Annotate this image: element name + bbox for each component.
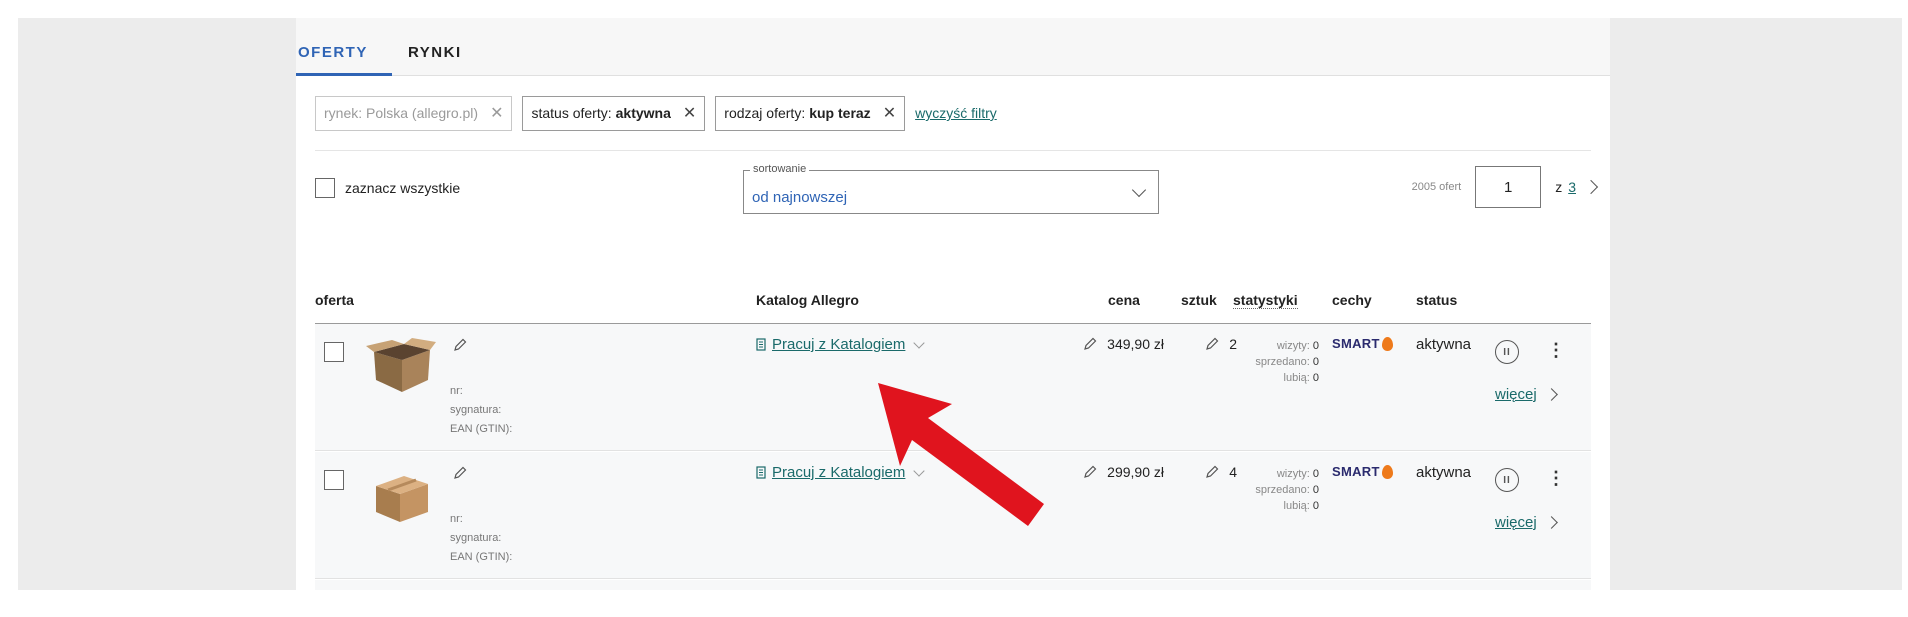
smart-badge: SMART xyxy=(1332,464,1393,479)
chevron-down-icon xyxy=(913,336,926,349)
stats-visits-label: wizyty: xyxy=(1276,468,1310,480)
catalog-link-label: Pracuj z Katalogiem xyxy=(772,336,906,353)
tabs-bar: OFERTY RYNKI xyxy=(296,18,1610,76)
kebab-menu-icon[interactable]: ⋮ xyxy=(1547,468,1565,489)
tab-rynki[interactable]: RYNKI xyxy=(408,44,462,61)
col-price[interactable]: cena xyxy=(1108,292,1140,308)
stats-visits: 0 xyxy=(1312,340,1319,352)
stats-sold: 0 xyxy=(1312,484,1319,496)
table-header: oferta Katalog Allegro cena sztuk statys… xyxy=(315,288,1591,324)
stats-sold-label: sprzedano: xyxy=(1255,484,1310,496)
filter-chip-label: rynek: Polska (allegro.pl) xyxy=(324,105,479,121)
offer-ean-label: EAN (GTIN): xyxy=(450,423,513,435)
more-link-label: więcej xyxy=(1495,386,1537,403)
chevron-right-icon xyxy=(1544,516,1558,529)
sort-legend: sortowanie xyxy=(750,163,810,175)
col-offer: oferta xyxy=(315,292,354,308)
offer-signature-label: sygnatura: xyxy=(450,404,502,416)
pagination: 2005 ofert 1 z 3 xyxy=(1411,166,1599,208)
page-of-label: z xyxy=(1555,179,1563,195)
more-link-label: więcej xyxy=(1495,514,1537,531)
more-link[interactable]: więcej xyxy=(1495,514,1558,531)
stats-visits-label: wizyty: xyxy=(1276,340,1310,352)
chevron-down-icon xyxy=(1131,182,1147,198)
stats-sold: 0 xyxy=(1312,356,1319,368)
filter-chip-value: kup teraz xyxy=(809,105,871,121)
red-arrow-annotation xyxy=(878,383,1044,526)
col-catalog: Katalog Allegro xyxy=(756,292,859,308)
box-thumbnail[interactable] xyxy=(366,464,438,524)
smart-badge: SMART xyxy=(1332,336,1393,351)
stats-sold-label: sprzedano: xyxy=(1255,356,1310,368)
offers-panel: OFERTY RYNKI rynek: Polska (allegro.pl) … xyxy=(296,18,1610,590)
page-number-input[interactable]: 1 xyxy=(1475,166,1542,208)
stats-likes: 0 xyxy=(1312,372,1319,384)
pause-icon[interactable]: II xyxy=(1495,340,1519,364)
select-all-label: zaznacz wszystkie xyxy=(345,180,461,196)
smart-drop-icon xyxy=(1381,464,1393,479)
smart-badge-label: SMART xyxy=(1332,336,1380,351)
close-icon[interactable]: ✕ xyxy=(490,103,503,123)
filter-chip-offer-type[interactable]: rodzaj oferty: kup teraz ✕ xyxy=(715,95,906,131)
stats-likes: 0 xyxy=(1312,500,1319,512)
col-stats[interactable]: statystyki xyxy=(1233,292,1298,309)
clear-filters-link[interactable]: wyczyść filtry xyxy=(915,105,997,121)
price-value: 349,90 zł xyxy=(1107,336,1164,352)
close-icon[interactable]: ✕ xyxy=(883,103,896,123)
smart-drop-icon xyxy=(1381,336,1393,351)
last-page-link[interactable]: 3 xyxy=(1568,179,1576,195)
sort-value: od najnowszej xyxy=(752,189,848,206)
offer-count: 2005 ofert xyxy=(1411,181,1462,193)
offer-meta: nr: sygnatura: EAN (GTIN): xyxy=(450,510,512,567)
offer-meta: nr: sygnatura: EAN (GTIN): xyxy=(450,382,512,439)
status-value: aktywna xyxy=(1416,336,1472,353)
col-status: status xyxy=(1416,292,1458,308)
pencil-icon[interactable] xyxy=(453,338,467,352)
stats-likes-label: lubią: xyxy=(1283,500,1310,512)
price-cell[interactable]: 349,90 zł xyxy=(1008,336,1164,352)
offer-signature-label: sygnatura: xyxy=(450,532,502,544)
tab-oferty[interactable]: OFERTY xyxy=(296,44,392,76)
stats-cell: wizyty: 0 sprzedano: 0 lubią: 0 xyxy=(1189,466,1319,514)
filter-chip-label: rodzaj oferty: xyxy=(724,105,806,121)
status-value: aktywna xyxy=(1416,464,1472,481)
offer-nr-label: nr: xyxy=(450,385,463,397)
table-row xyxy=(315,580,1591,590)
pencil-icon[interactable] xyxy=(1083,337,1097,351)
divider xyxy=(315,150,1591,151)
select-all[interactable]: zaznacz wszystkie xyxy=(315,178,460,198)
catalog-icon xyxy=(756,338,766,351)
stats-cell: wizyty: 0 sprzedano: 0 lubią: 0 xyxy=(1189,338,1319,386)
filter-chip-value: aktywna xyxy=(615,105,671,121)
pause-icon[interactable]: II xyxy=(1495,468,1519,492)
filter-chip-market[interactable]: rynek: Polska (allegro.pl) ✕ xyxy=(315,95,513,131)
more-link[interactable]: więcej xyxy=(1495,386,1558,403)
pencil-icon[interactable] xyxy=(453,466,467,480)
stats-visits: 0 xyxy=(1312,468,1319,480)
col-features: cechy xyxy=(1332,292,1372,308)
filter-chip-label: status oferty: xyxy=(531,105,612,121)
offer-ean-label: EAN (GTIN): xyxy=(450,551,513,563)
chevron-right-icon[interactable] xyxy=(1583,179,1599,195)
row-checkbox[interactable] xyxy=(324,342,344,362)
filter-chip-status[interactable]: status oferty: aktywna ✕ xyxy=(522,95,706,131)
chevron-right-icon xyxy=(1544,388,1558,401)
filters-row: rynek: Polska (allegro.pl) ✕ status ofer… xyxy=(315,90,997,136)
select-all-checkbox[interactable] xyxy=(315,178,335,198)
col-qty[interactable]: sztuk xyxy=(1181,292,1217,308)
stats-likes-label: lubią: xyxy=(1283,372,1310,384)
offer-nr-label: nr: xyxy=(450,513,463,525)
price-value: 299,90 zł xyxy=(1107,464,1164,480)
smart-badge-label: SMART xyxy=(1332,464,1380,479)
catalog-link[interactable]: Pracuj z Katalogiem xyxy=(756,336,926,353)
catalog-icon xyxy=(756,466,766,479)
pencil-icon[interactable] xyxy=(1083,465,1097,479)
kebab-menu-icon[interactable]: ⋮ xyxy=(1547,340,1565,361)
row-checkbox[interactable] xyxy=(324,470,344,490)
close-icon[interactable]: ✕ xyxy=(683,103,696,123)
sort-select[interactable]: sortowanie od najnowszej xyxy=(743,163,1159,214)
box-thumbnail[interactable] xyxy=(366,336,438,396)
